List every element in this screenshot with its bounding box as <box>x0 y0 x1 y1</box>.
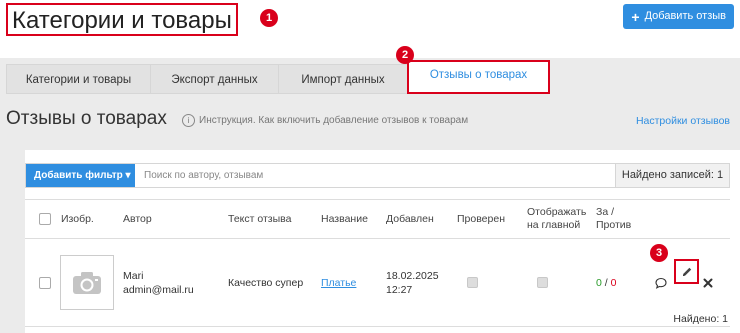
header-author[interactable]: Автор <box>123 200 152 238</box>
author-email: admin@mail.ru <box>123 283 194 296</box>
header-show-on-main-line1: Отображать <box>527 206 587 218</box>
header-show-on-main[interactable]: Отображать на главной <box>527 200 586 238</box>
review-date: 18.02.2025 12:27 <box>386 239 439 326</box>
header-votes[interactable]: За / Против <box>596 200 631 238</box>
search-input[interactable]: Поиск по автору, отзывам <box>135 164 615 187</box>
show-on-main-checkbox[interactable] <box>537 277 548 288</box>
tab-categories-products[interactable]: Категории и товары <box>6 64 150 94</box>
delete-icon[interactable] <box>703 278 713 288</box>
add-review-button[interactable]: + Добавить отзыв <box>623 4 734 29</box>
checked-checkbox[interactable] <box>467 277 478 288</box>
camera-icon <box>73 271 101 294</box>
product-image-placeholder <box>60 255 114 310</box>
product-link[interactable]: Платье <box>321 277 356 289</box>
header-product-name[interactable]: Название <box>321 200 368 238</box>
header-show-on-main-line2: на главной <box>527 219 581 231</box>
review-author: Mari admin@mail.ru <box>123 239 194 326</box>
comment-icon[interactable] <box>655 277 667 289</box>
table-header-row: Изобр. Автор Текст отзыва Название Добав… <box>25 199 730 239</box>
row-checkbox[interactable] <box>39 276 51 289</box>
header-image: Изобр. <box>61 213 94 225</box>
instruction-text: Инструкция. Как включить добавление отзы… <box>199 115 469 126</box>
filter-bar: Добавить фильтр ▾ Поиск по автору, отзыв… <box>25 163 730 188</box>
votes-against: 0 <box>610 276 617 289</box>
review-date-day: 18.02.2025 <box>386 269 439 282</box>
callout-marker-2: 2 <box>396 46 414 64</box>
header-review-text[interactable]: Текст отзыва <box>228 200 291 238</box>
add-review-label: Добавить отзыв <box>644 10 726 22</box>
reviews-table: Изобр. Автор Текст отзыва Название Добав… <box>25 199 730 327</box>
votes-separator: / <box>601 276 611 289</box>
instruction-link[interactable]: i Инструкция. Как включить добавление от… <box>182 114 468 127</box>
tab-bar: Категории и товары Экспорт данных Импорт… <box>6 60 550 94</box>
author-name: Mari <box>123 269 144 282</box>
header-votes-line1: За / <box>596 206 615 218</box>
callout-marker-1: 1 <box>260 9 278 27</box>
header-checked[interactable]: Проверен <box>457 200 505 238</box>
table-row: Mari admin@mail.ru Качество супер Платье… <box>25 239 730 327</box>
info-icon: i <box>182 114 195 127</box>
review-date-time: 12:27 <box>386 283 413 296</box>
section-title: Отзывы о товарах <box>6 108 167 129</box>
header-votes-line2: Против <box>596 219 632 231</box>
plus-icon: + <box>631 8 640 25</box>
add-filter-button[interactable]: Добавить фильтр ▾ <box>26 164 135 187</box>
header-added[interactable]: Добавлен <box>386 200 434 238</box>
found-records-count: Найдено записей: 1 <box>615 164 729 187</box>
tab-export-data[interactable]: Экспорт данных <box>150 64 278 94</box>
votes-value: 0 / 0 <box>596 239 616 326</box>
edit-button[interactable] <box>674 259 699 284</box>
review-settings-link[interactable]: Настройки отзывов <box>636 115 730 127</box>
callout-marker-3: 3 <box>650 244 668 262</box>
reviews-card: Добавить фильтр ▾ Поиск по автору, отзыв… <box>25 150 740 333</box>
pencil-icon <box>682 267 691 276</box>
tab-product-reviews[interactable]: Отзывы о товарах <box>407 60 550 94</box>
tab-import-data[interactable]: Импорт данных <box>278 64 408 94</box>
found-count-footer: Найдено: 1 <box>673 313 728 325</box>
select-all-checkbox[interactable] <box>39 213 51 225</box>
page-title: Категории и товары <box>6 3 238 36</box>
review-text: Качество супер <box>228 276 304 289</box>
